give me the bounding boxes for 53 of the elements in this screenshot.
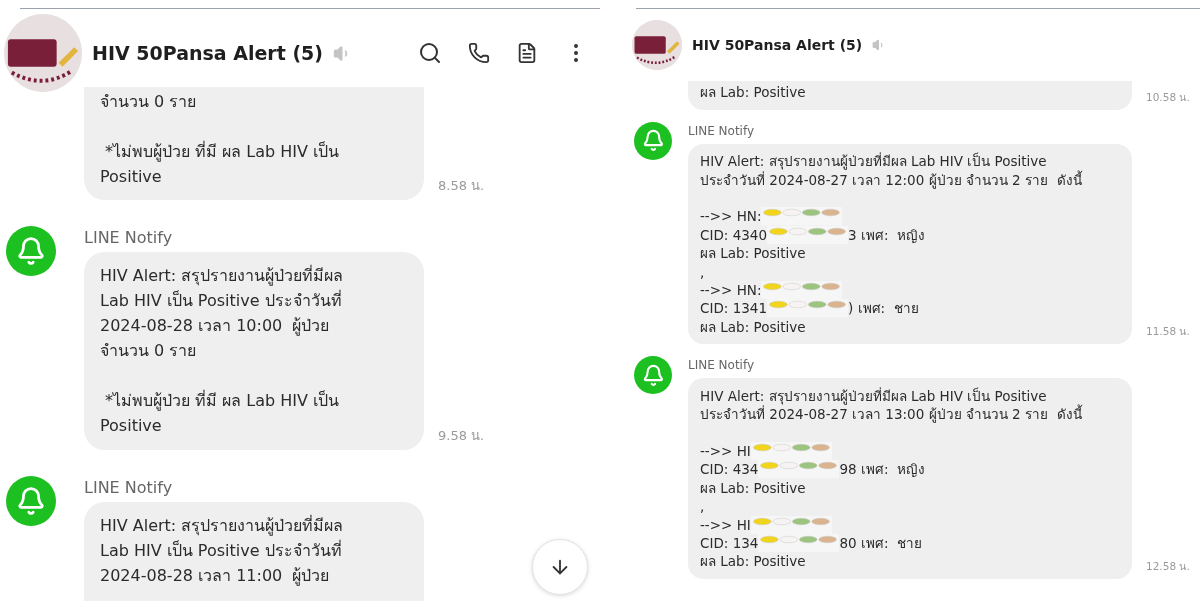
message-text: ) เพศ: ชาย (848, 299, 919, 318)
sender-name: LINE Notify (84, 477, 173, 497)
message-time: 10.58 น. (1146, 89, 1190, 105)
message-text: ผล Lab: Positive (700, 552, 806, 571)
message-time: 12.58 น. (1146, 559, 1190, 575)
message-text: -->> HI (700, 442, 751, 461)
message-text: CID: 1341 (700, 299, 767, 318)
message-text: ผล Lab: Positive (700, 83, 806, 102)
message-text: HIV Alert: สรุปรายงานผู้ป่วยที่มีผล (100, 264, 344, 288)
message-text: CID: 434 (700, 460, 759, 479)
sender-name: LINE Notify (688, 358, 755, 373)
message-text: ผล Lab: Positive (700, 317, 806, 337)
message-text: ผล Lab: Positive (700, 478, 806, 498)
message-text: 80 เพศ: ชาย (839, 534, 923, 553)
message-text: HIV Alert: สรุปรายงานผู้ป่วยที่มีผล Lab HIV เป็น Positive (700, 386, 1047, 405)
bell-avatar (6, 475, 56, 526)
message-text: CID: 134 (700, 534, 759, 553)
message-time: 11.58 น. (1146, 324, 1190, 340)
sender-name: LINE Notify (84, 228, 173, 248)
message-text: -->> HN: (700, 207, 762, 226)
message-text: 2024-08-28 เวลา 11:00 ผู้ป่วย (100, 564, 330, 588)
message-text: , (700, 497, 705, 516)
document-icon[interactable] (516, 42, 538, 64)
message-text: จำนวน 0 ราย (100, 91, 197, 113)
chat-title: HIV 50Pansa Alert (5) (92, 42, 323, 64)
message-text: CID: 4340 (700, 225, 767, 245)
message-text: , (700, 262, 705, 281)
phone-icon[interactable] (468, 42, 490, 64)
message-text: ประจำวันที่ 2024-08-27 เวลา 12:00 ผู้ป่วย จำนวน 2 ราย ดังนี้ (700, 170, 1082, 189)
bell-avatar (6, 226, 56, 277)
message-text: จำนวน 0 ราย (100, 340, 197, 363)
chat-title: HIV 50Pansa Alert (5) (692, 37, 863, 53)
sender-name: LINE Notify (688, 123, 755, 138)
message-text: 3 เพศ: หญิง (848, 225, 925, 245)
message-text: HIV Alert: สรุปรายงานผู้ป่วยที่มีผล Lab HIV เป็น Positive (700, 152, 1047, 171)
message-text: 2024-08-28 เวลา 10:00 ผู้ป่วย (100, 315, 330, 338)
message-text: Lab HIV เป็น Positive ประจำวันที่ (100, 539, 342, 562)
message-text: -->> HN: (700, 280, 762, 300)
message-text: Lab HIV เป็น Positive ประจำวันที่ (100, 289, 342, 313)
bell-avatar (634, 121, 672, 160)
message-text: Positive (100, 415, 162, 438)
message-text: *ไม่พบผู้ป่วย ที่มี ผล Lab HIV เป็น (104, 140, 340, 164)
message-text: ประจำวันที่ 2024-08-27 เวลา 13:00 ผู้ป่วย จำนวน 2 ราย ดังนี้ (700, 405, 1082, 424)
message-text: Positive (100, 166, 162, 188)
message-text: -->> HI (700, 515, 751, 534)
message-time: 9.58 น. (438, 426, 485, 445)
message-text: HIV Alert: สรุปรายงานผู้ป่วยที่มีผล (100, 514, 344, 538)
message-text: *ไม่พบผู้ป่วย ที่มี ผล Lab HIV เป็น (104, 389, 340, 413)
bell-avatar (634, 356, 672, 395)
message-text: 98 เพศ: หญิง (839, 460, 926, 479)
search-icon[interactable] (418, 41, 442, 65)
message-time: 8.58 น. (438, 177, 485, 196)
message-text: ผล Lab: Positive (700, 244, 806, 263)
